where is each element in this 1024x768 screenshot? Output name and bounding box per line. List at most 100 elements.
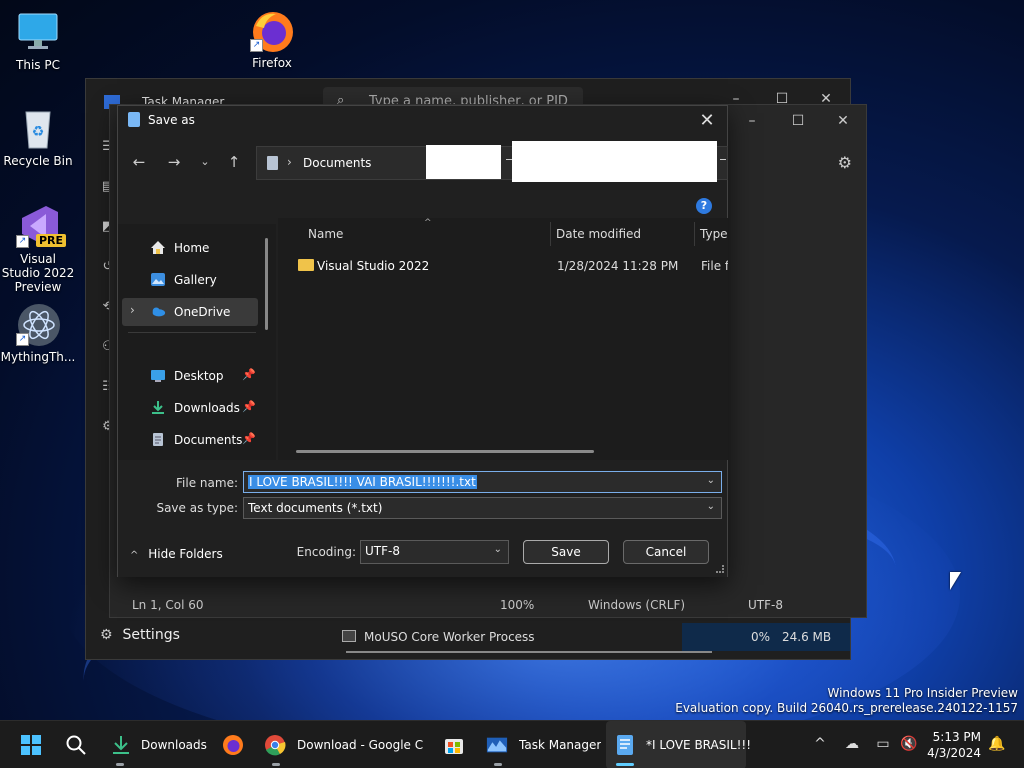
pin-icon[interactable]: 📌	[242, 432, 256, 445]
notification-bell-icon[interactable]: 🔔	[988, 736, 1006, 754]
sort-ascending-icon: ^	[424, 218, 432, 228]
desktop-icon-firefox[interactable]: ↗ Firefox	[234, 8, 310, 70]
taskbar-downloads[interactable]: Downloads	[104, 721, 214, 768]
volume-muted-icon[interactable]: 🔇	[900, 736, 918, 754]
help-icon[interactable]: ?	[696, 198, 712, 214]
status-line-ending: Windows (CRLF)	[588, 598, 686, 612]
active-indicator	[616, 763, 634, 766]
download-icon	[152, 401, 164, 414]
back-arrow-icon[interactable]: ←	[128, 151, 150, 173]
column-separator[interactable]	[550, 222, 551, 246]
list-item[interactable]: Visual Studio 2022 1/28/2024 11:28 PM Fi…	[294, 254, 728, 278]
task-manager-scrollbar[interactable]	[346, 651, 712, 653]
encoding-select[interactable]: UTF-8 ⌄	[360, 540, 509, 564]
chevron-down-icon[interactable]: ⌄	[707, 501, 715, 512]
resize-grip-icon[interactable]	[716, 565, 724, 573]
settings-label: Settings	[122, 627, 180, 643]
notepad-status-bar: Ln 1, Col 60 100% Windows (CRLF) UTF-8	[110, 591, 866, 619]
taskbar-store[interactable]	[438, 721, 472, 768]
taskbar-search-button[interactable]	[60, 721, 94, 768]
hide-folders-button[interactable]: ^ Hide Folders	[130, 547, 223, 561]
chevron-down-icon[interactable]: ⌄	[707, 475, 715, 486]
start-button[interactable]	[16, 721, 50, 768]
pin-icon[interactable]: 📌	[242, 368, 256, 381]
divider	[720, 159, 726, 160]
taskbar-label: *I LOVE BRASIL!!!	[646, 738, 752, 752]
taskbar-firefox[interactable]	[218, 721, 252, 768]
desktop-icon-this-pc[interactable]: This PC	[0, 10, 76, 72]
notepad-settings-gear-icon[interactable]: ⚙	[838, 153, 852, 172]
dialog-close-button[interactable]: ✕	[695, 109, 719, 133]
file-list-horizontal-scrollbar[interactable]	[296, 450, 594, 453]
column-separator[interactable]	[694, 222, 695, 246]
breadcrumb[interactable]: Documents	[303, 156, 371, 170]
save-button[interactable]: Save	[523, 540, 609, 564]
file-list-pane[interactable]: ^ Name Date modified Type Visual Studio …	[278, 218, 728, 460]
column-header-date-modified[interactable]: Date modified	[556, 227, 641, 241]
preview-badge: PRE	[36, 234, 67, 247]
expand-chevron-right-icon[interactable]: ›	[130, 303, 135, 317]
taskbar-chrome[interactable]: Download - Google Chi	[258, 721, 428, 768]
column-header-name[interactable]: Name	[308, 227, 343, 241]
nav-item-downloads[interactable]: Downloads 📌	[122, 394, 258, 422]
taskbar-label: Downloads	[141, 738, 207, 752]
desktop-icon	[151, 370, 165, 382]
pin-icon[interactable]: 📌	[242, 400, 256, 413]
process-icon	[342, 630, 356, 642]
save-as-dialog[interactable]: Save as ✕ ← → ⌄ ↑ › Documents ? Home Gal…	[117, 105, 728, 577]
file-name: Visual Studio 2022	[317, 259, 430, 273]
recent-locations-chevron-down-icon[interactable]: ⌄	[194, 151, 216, 173]
task-manager-settings-button[interactable]: ⚙ Settings	[100, 627, 180, 643]
taskbar-notepad[interactable]: *I LOVE BRASIL!!!	[606, 721, 751, 768]
navigation-pane[interactable]: Home Gallery › OneDrive Desktop 📌 Downlo…	[118, 224, 276, 460]
desktop-icon-visual-studio[interactable]: ↗ PRE Visual Studio 2022 Preview	[0, 204, 76, 294]
taskbar-clock[interactable]: 5:13 PM 4/3/2024	[925, 729, 981, 761]
forward-arrow-icon[interactable]: →	[163, 151, 185, 173]
nav-item-label: Documents	[174, 433, 243, 447]
notepad-app-icon	[128, 112, 140, 127]
nav-item-home[interactable]: Home	[122, 234, 258, 262]
notepad-close-button[interactable]: ✕	[821, 107, 865, 135]
network-icon[interactable]: ▭	[874, 736, 892, 754]
file-name-label: File name:	[176, 476, 238, 490]
file-date: 1/28/2024 11:28 PM	[557, 259, 679, 273]
nav-item-documents[interactable]: Documents 📌	[122, 426, 258, 454]
download-icon	[113, 736, 129, 754]
table-row[interactable]: MoUSO Core Worker Process 0% 24.6 MB	[328, 623, 850, 651]
shortcut-arrow-icon: ↗	[16, 333, 29, 346]
column-header-type[interactable]: Type	[700, 227, 728, 241]
notepad-minimize-button[interactable]: –	[730, 107, 774, 135]
nav-item-desktop[interactable]: Desktop 📌	[122, 362, 258, 390]
dialog-title: Save as	[148, 113, 195, 127]
save-as-type-select[interactable]: Text documents (*.txt) ⌄	[243, 497, 722, 519]
home-icon	[151, 241, 165, 254]
running-indicator	[494, 763, 502, 766]
onedrive-offline-icon[interactable]: ☁	[843, 736, 861, 754]
desktop-icon-recycle-bin[interactable]: ♻ Recycle Bin	[0, 106, 76, 168]
process-name: MoUSO Core Worker Process	[364, 630, 535, 644]
desktop-icon-mything[interactable]: ↗ MythingTh...	[0, 302, 76, 364]
notepad-maximize-button[interactable]: ☐	[776, 107, 820, 135]
encoding-value: UTF-8	[365, 544, 400, 558]
taskbar-label: Download - Google Chi	[297, 738, 424, 752]
gallery-icon	[151, 273, 165, 286]
firefox-icon: ↗	[250, 8, 294, 52]
show-hidden-icons-chevron-up-icon[interactable]: ^	[811, 736, 829, 754]
nav-pane-scrollbar[interactable]	[265, 238, 268, 330]
documents-icon	[267, 156, 278, 170]
desktop-icon-label: MythingTh...	[0, 350, 76, 364]
save-as-type-value: Text documents (*.txt)	[248, 501, 383, 515]
file-name-input[interactable]: I LOVE BRASIL!!!! VAI BRASIL!!!!!!!.txt …	[243, 471, 722, 493]
recycle-bin-icon: ♻	[16, 106, 60, 150]
svg-text:♻: ♻	[32, 124, 45, 140]
up-arrow-icon[interactable]: ↑	[223, 151, 245, 173]
nav-item-gallery[interactable]: Gallery	[122, 266, 258, 294]
nav-item-onedrive[interactable]: › OneDrive	[122, 298, 258, 326]
taskbar-task-manager[interactable]: Task Manager	[480, 721, 601, 768]
status-encoding: UTF-8	[748, 598, 783, 612]
cancel-button[interactable]: Cancel	[623, 540, 709, 564]
mouse-cursor	[950, 572, 961, 590]
visual-studio-icon: ↗ PRE	[16, 204, 67, 248]
process-cpu: 0%	[682, 623, 782, 651]
chevron-down-icon[interactable]: ⌄	[494, 544, 502, 555]
